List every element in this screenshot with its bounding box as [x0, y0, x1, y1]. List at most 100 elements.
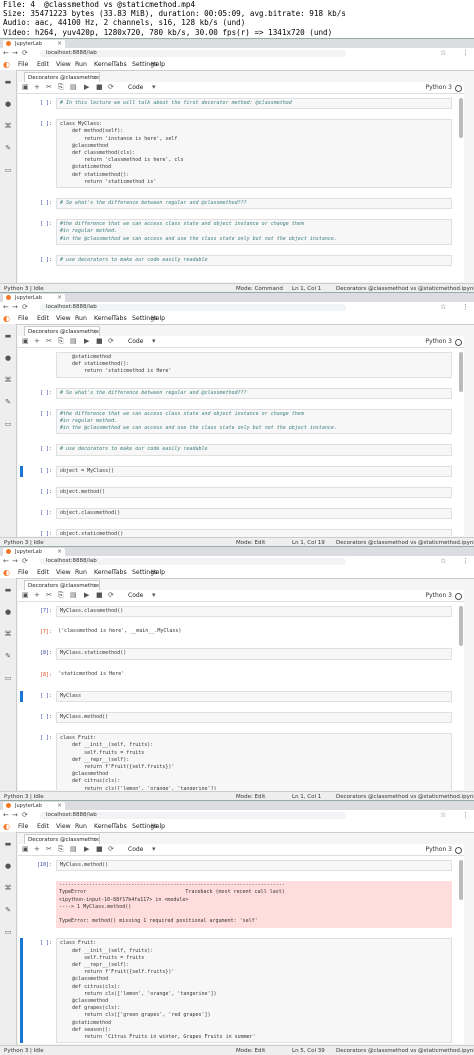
paste-icon[interactable]: ▤ [70, 83, 77, 92]
tabs-icon[interactable]: ▭ [4, 420, 12, 428]
copy-icon[interactable]: ⎘ [58, 337, 64, 346]
url-field[interactable]: localhost:8888/lab [40, 558, 346, 565]
close-icon[interactable]: × [57, 548, 62, 556]
forward-icon[interactable]: → [12, 49, 18, 58]
code-cell[interactable]: [ ]: object = MyClass() [20, 465, 456, 477]
menu-edit[interactable]: Edit [37, 823, 49, 831]
save-icon[interactable]: ▣ [22, 337, 29, 346]
code-editor[interactable]: object.staticmethod() [56, 529, 452, 536]
notebook-tab[interactable]: Decorators @classmethod v × [24, 326, 100, 336]
menu-edit[interactable]: Edit [37, 569, 49, 577]
paste-icon[interactable]: ▤ [70, 591, 77, 600]
code-editor[interactable]: #the difference that we can access class… [56, 408, 452, 435]
browser-tab[interactable]: JupyterLab × [3, 294, 65, 302]
scrollbar[interactable] [459, 860, 463, 900]
code-cell[interactable]: [ ]: # use decorators to make our code ea… [20, 254, 456, 266]
back-icon[interactable]: ← [3, 303, 9, 312]
code-editor[interactable]: MyClass [56, 690, 452, 702]
code-cell[interactable]: [7]: MyClass.classmethod() [20, 606, 456, 618]
kernel-name[interactable]: Python 3 [425, 337, 452, 346]
code-cell[interactable]: @staticmethod def staticmethod(): return… [20, 352, 456, 378]
code-editor[interactable]: MyClass.method() [56, 860, 452, 872]
commands-icon[interactable]: ⌘ [4, 122, 12, 130]
code-editor[interactable]: MyClass.classmethod() [56, 606, 452, 618]
browser-tab[interactable]: JupyterLab × [3, 40, 65, 48]
stop-icon[interactable]: ■ [96, 845, 103, 854]
menu-run[interactable]: Run [75, 823, 87, 831]
running-icon[interactable]: ● [4, 354, 12, 362]
tabs-icon[interactable]: ▭ [4, 166, 12, 174]
copy-icon[interactable]: ⎘ [58, 845, 64, 854]
code-editor[interactable]: class Fruit: def __init__(self, fruits):… [56, 938, 452, 1044]
menu-file[interactable]: File [18, 569, 28, 577]
more-icon[interactable]: ⋮ [462, 811, 469, 820]
code-cell[interactable]: [ ]: # So what's the difference between r… [20, 387, 456, 399]
reload-icon[interactable]: ⟳ [22, 49, 28, 58]
menu-view[interactable]: View [56, 315, 71, 323]
menu-kernel[interactable]: Kernel [94, 823, 113, 831]
menu-kernel[interactable]: Kernel [94, 61, 113, 69]
menu-run[interactable]: Run [75, 315, 87, 323]
menu-tabs[interactable]: Tabs [113, 569, 127, 577]
wrench-icon[interactable]: ✎ [4, 906, 12, 914]
reload-icon[interactable]: ⟳ [22, 811, 28, 820]
copy-icon[interactable]: ⎘ [58, 591, 64, 600]
restart-icon[interactable]: ⟳ [108, 845, 114, 854]
kernel-name[interactable]: Python 3 [425, 845, 452, 854]
cut-icon[interactable]: ✂ [46, 591, 52, 600]
folder-icon[interactable]: ▬ [4, 78, 12, 86]
notebook-tab[interactable]: Decorators @classmethod v × [24, 834, 100, 844]
menu-tabs[interactable]: Tabs [113, 823, 127, 831]
menu-help[interactable]: Help [151, 569, 165, 577]
cut-icon[interactable]: ✂ [46, 83, 52, 92]
commands-icon[interactable]: ⌘ [4, 884, 12, 892]
menu-tabs[interactable]: Tabs [113, 61, 127, 69]
save-icon[interactable]: ▣ [22, 591, 29, 600]
folder-icon[interactable]: ▬ [4, 840, 12, 848]
browser-tab[interactable]: JupyterLab × [3, 802, 65, 810]
bookmark-icon[interactable]: ☆ [440, 557, 446, 566]
code-editor[interactable]: # So what's the difference between regul… [56, 387, 452, 399]
cell-type-select[interactable]: Code [128, 337, 143, 346]
running-icon[interactable]: ● [4, 862, 12, 870]
cell-type-select[interactable]: Code [128, 83, 143, 92]
close-icon[interactable]: × [92, 327, 97, 336]
save-icon[interactable]: ▣ [22, 845, 29, 854]
commands-icon[interactable]: ⌘ [4, 630, 12, 638]
running-icon[interactable]: ● [4, 100, 12, 108]
scrollbar[interactable] [459, 98, 463, 138]
url-field[interactable]: localhost:8888/lab [40, 304, 346, 311]
menu-file[interactable]: File [18, 61, 28, 69]
paste-icon[interactable]: ▤ [70, 845, 77, 854]
kernel-name[interactable]: Python 3 [425, 591, 452, 600]
folder-icon[interactable]: ▬ [4, 332, 12, 340]
code-cell[interactable]: [8]: MyClass.staticmethod() [20, 648, 456, 660]
code-cell[interactable]: [ ]: object.staticmethod() [20, 529, 456, 536]
bookmark-icon[interactable]: ☆ [440, 49, 446, 58]
menu-edit[interactable]: Edit [37, 315, 49, 323]
menu-file[interactable]: File [18, 315, 28, 323]
wrench-icon[interactable]: ✎ [4, 398, 12, 406]
code-cell[interactable]: [ ]: MyClass [20, 690, 456, 702]
save-icon[interactable]: ▣ [22, 83, 29, 92]
code-editor[interactable]: @staticmethod def staticmethod(): return… [56, 352, 452, 378]
chevron-down-icon[interactable]: ▾ [152, 845, 156, 854]
forward-icon[interactable]: → [12, 557, 18, 566]
code-editor[interactable]: # In this lecture we will talk about the… [56, 98, 452, 110]
restart-icon[interactable]: ⟳ [108, 591, 114, 600]
add-cell-icon[interactable]: + [34, 337, 40, 346]
wrench-icon[interactable]: ✎ [4, 144, 12, 152]
reload-icon[interactable]: ⟳ [22, 557, 28, 566]
bookmark-icon[interactable]: ☆ [440, 303, 446, 312]
scrollbar[interactable] [459, 606, 463, 646]
code-cell[interactable]: [ ]: #the difference that we can access c… [20, 219, 456, 245]
url-field[interactable]: localhost:8888/lab [40, 50, 346, 57]
code-editor[interactable]: object = MyClass() [56, 465, 452, 477]
kernel-name[interactable]: Python 3 [425, 83, 452, 92]
chevron-down-icon[interactable]: ▾ [152, 337, 156, 346]
bookmark-icon[interactable]: ☆ [440, 811, 446, 820]
code-cell[interactable]: [ ]: # use decorators to make our code ea… [20, 444, 456, 456]
run-icon[interactable]: ▶ [84, 845, 89, 854]
code-editor[interactable]: # So what's the difference between regul… [56, 198, 452, 210]
menu-run[interactable]: Run [75, 569, 87, 577]
